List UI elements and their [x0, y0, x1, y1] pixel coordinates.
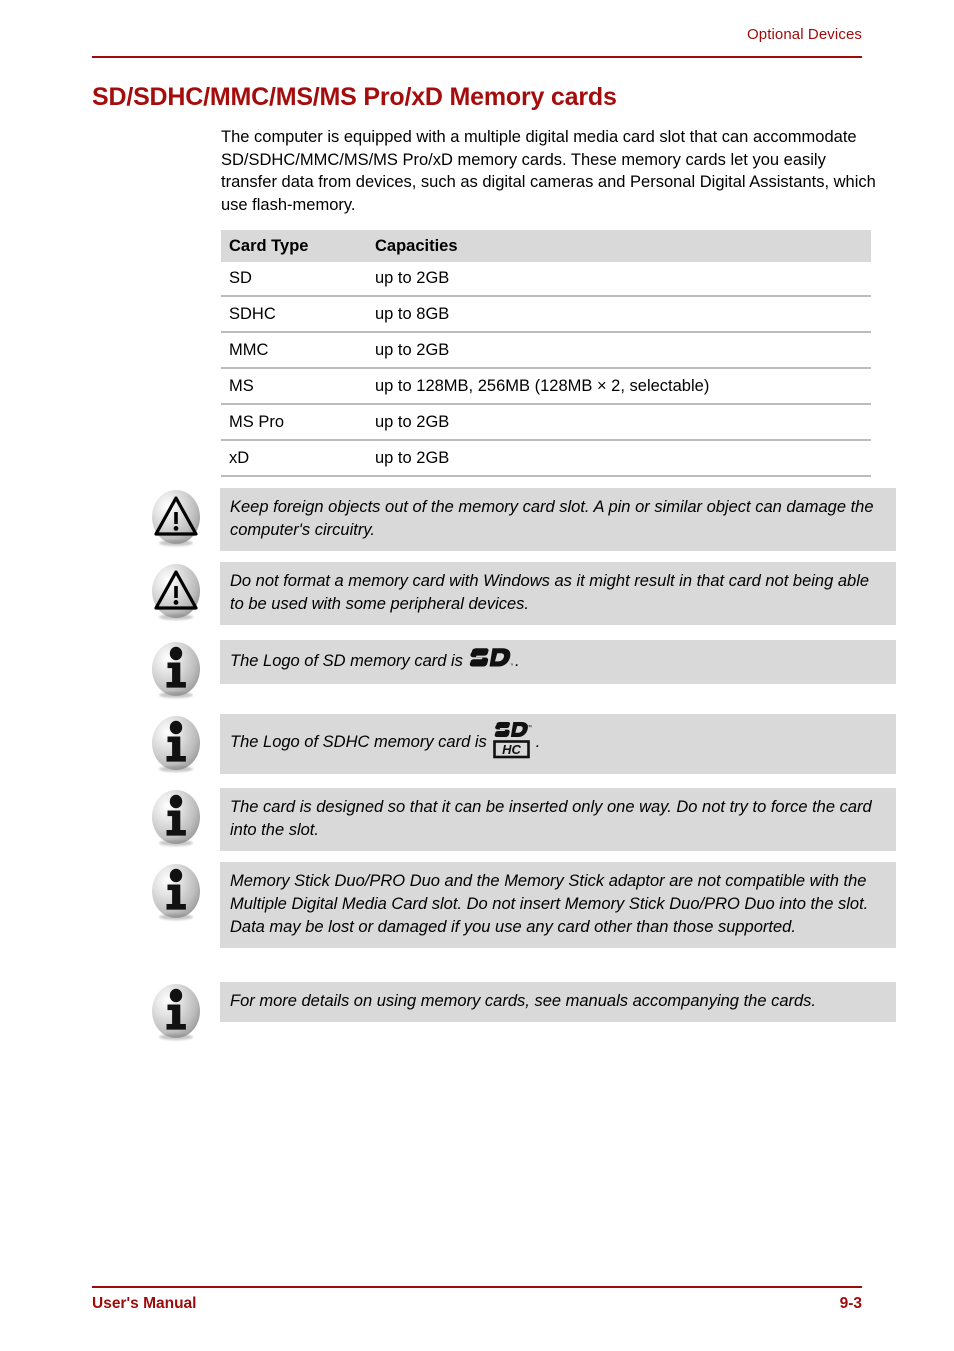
callout-text: The card is designed so that it can be i… — [220, 788, 896, 851]
page-footer: User's Manual 9-3 — [92, 1294, 862, 1314]
callout-text-before: The Logo of SD memory card is — [230, 652, 463, 670]
table-body: SD up to 2GB SDHC up to 8GB MMC up to 2G… — [221, 262, 871, 477]
cell-card-type: SD — [221, 262, 365, 297]
info-icon — [148, 982, 204, 1044]
info-i-glyph — [166, 794, 186, 836]
sdhc-logo-icon: ™ HC — [492, 721, 533, 766]
header-divider — [92, 56, 862, 58]
card-capacity-table: Card Type Capacities SD up to 2GB SDHC u… — [221, 230, 871, 477]
svg-text:™: ™ — [510, 663, 513, 669]
info-icon — [148, 714, 204, 776]
table-row: SD up to 2GB — [221, 262, 871, 297]
table-row: MS Pro up to 2GB — [221, 404, 871, 441]
callout-text: Keep foreign objects out of the memory c… — [220, 488, 896, 551]
callout-text: Do not format a memory card with Windows… — [220, 562, 896, 625]
cell-card-type: xD — [221, 440, 365, 477]
cell-card-type: MS Pro — [221, 404, 365, 441]
info-icon — [148, 640, 204, 702]
callout-text-before: The Logo of SDHC memory card is — [230, 733, 487, 751]
table-header-row: Card Type Capacities — [221, 230, 871, 262]
page-title: SD/SDHC/MMC/MS/MS Pro/xD Memory cards — [92, 83, 617, 111]
column-header-card-type: Card Type — [229, 236, 309, 255]
table-row: MS up to 128MB, 256MB (128MB × 2, select… — [221, 368, 871, 405]
column-header-capacities: Capacities — [375, 236, 458, 255]
caution-triangle-glyph — [154, 496, 198, 536]
callout-info-insert-one-way: The card is designed so that it can be i… — [148, 788, 896, 851]
table-row: xD up to 2GB — [221, 440, 871, 477]
footer-divider — [92, 1286, 862, 1288]
cell-capacity: up to 2GB — [365, 262, 871, 297]
cell-capacity: up to 2GB — [365, 440, 871, 477]
info-i-glyph — [166, 988, 186, 1030]
cell-card-type: MMC — [221, 332, 365, 369]
running-header-title: Optional Devices — [747, 26, 862, 43]
footer-page-number: 9-3 — [839, 1295, 862, 1312]
callout-text: Memory Stick Duo/PRO Duo and the Memory … — [220, 862, 896, 948]
callout-info-sdhc-logo: The Logo of SDHC memory card is ™ HC. — [148, 714, 896, 774]
footer-manual-label: User's Manual — [92, 1295, 197, 1312]
callout-info-sd-logo: The Logo of SD memory card is ™. — [148, 640, 896, 698]
running-header: Optional Devices — [92, 26, 862, 44]
cell-capacity: up to 2GB — [365, 404, 871, 441]
callout-info-memory-stick-duo: Memory Stick Duo/PRO Duo and the Memory … — [148, 862, 896, 948]
cell-card-type: SDHC — [221, 296, 365, 333]
callout-text: The Logo of SD memory card is ™. — [220, 640, 896, 684]
info-i-glyph — [166, 868, 186, 910]
svg-text:HC: HC — [502, 742, 521, 757]
info-icon — [148, 788, 204, 850]
callout-info-more-details: For more details on using memory cards, … — [148, 982, 896, 1040]
cell-card-type: MS — [221, 368, 365, 405]
callout-text: For more details on using memory cards, … — [220, 982, 896, 1022]
callout-text: The Logo of SDHC memory card is ™ HC. — [220, 714, 896, 774]
caution-icon — [148, 562, 204, 624]
table-row: SDHC up to 8GB — [221, 296, 871, 333]
info-icon — [148, 862, 204, 924]
callout-caution-do-not-format: Do not format a memory card with Windows… — [148, 562, 896, 625]
table-header: Card Type Capacities — [221, 230, 871, 262]
callout-text-after: . — [535, 733, 541, 751]
callout-text-after: . — [514, 652, 520, 670]
svg-text:™: ™ — [526, 724, 532, 731]
cell-capacity: up to 128MB, 256MB (128MB × 2, selectabl… — [365, 368, 871, 405]
document-page: Optional Devices SD/SDHC/MMC/MS/MS Pro/x… — [0, 0, 954, 1351]
table-row: MMC up to 2GB — [221, 332, 871, 369]
intro-paragraph: The computer is equipped with a multiple… — [221, 128, 876, 214]
caution-icon — [148, 488, 204, 550]
cell-capacity: up to 8GB — [365, 296, 871, 333]
caution-triangle-glyph — [154, 570, 198, 610]
sd-logo-icon: ™ — [469, 647, 515, 676]
info-i-glyph — [166, 720, 186, 762]
callout-caution-foreign-objects: Keep foreign objects out of the memory c… — [148, 488, 896, 551]
cell-capacity: up to 2GB — [365, 332, 871, 369]
info-i-glyph — [166, 646, 186, 688]
